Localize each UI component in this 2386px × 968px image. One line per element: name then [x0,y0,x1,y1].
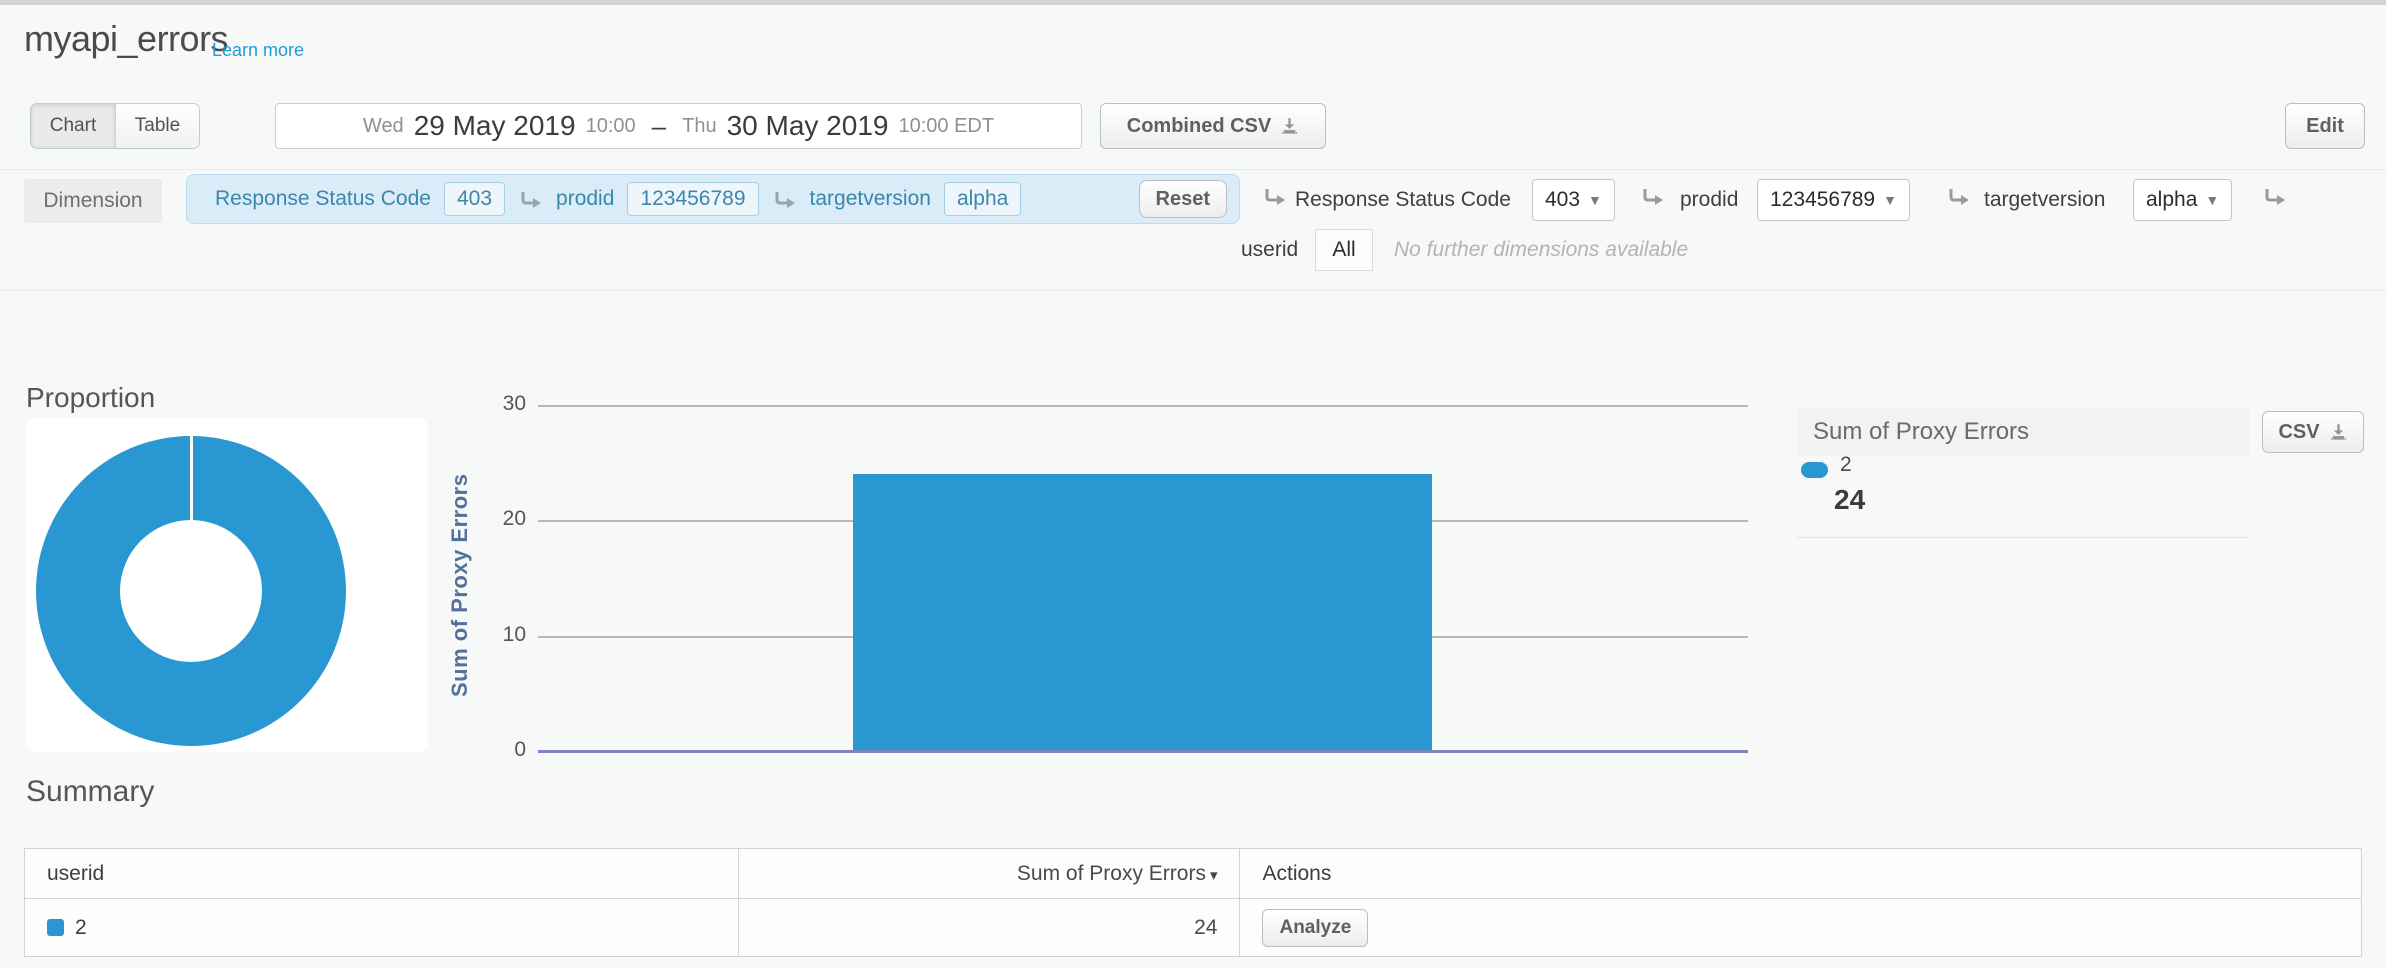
legend-swatch [1801,462,1828,478]
crumb-value: alpha [944,182,1021,216]
divider [1797,537,2249,538]
crumb-name: targetversion [810,187,931,211]
crumb-name: Response Status Code [215,187,431,211]
end-time: 10:00 EDT [898,115,994,138]
selector-label: targetversion [1984,188,2105,212]
legend-title: Sum of Proxy Errors [1813,418,2029,446]
start-date: 29 May 2019 [414,110,576,142]
tab-chart[interactable]: Chart [31,104,115,148]
crumb-name: prodid [556,187,614,211]
selector-label: prodid [1680,188,1738,212]
cell-sum-of-proxy-errors: 24 [738,899,1240,957]
proportion-title: Proportion [26,382,155,414]
column-header-userid: userid [25,849,739,899]
series-swatch [47,919,64,936]
tab-table[interactable]: Table [115,104,199,148]
start-time: 10:00 [586,115,636,138]
crumb-value: 403 [444,182,505,216]
selector-dropdown-targetversion[interactable]: alpha ▼ [2133,179,2232,221]
start-day: Wed [363,115,404,138]
dimension-breadcrumb: Response Status Code 403 prodid 12345678… [186,174,1240,224]
divider [0,290,2386,291]
reset-button[interactable]: Reset [1139,180,1227,218]
combined-csv-label: Combined CSV [1127,115,1271,138]
drilldown-arrow-icon [1946,186,1971,207]
selector-dropdown-prodid[interactable]: 123456789 ▼ [1757,179,1910,221]
table-header-row: userid Sum of Proxy Errors▾ Actions [25,849,2362,899]
y-tick-label: 10 [430,623,526,647]
download-icon [1280,117,1299,136]
csv-button[interactable]: CSV [2262,411,2364,453]
chevron-down-icon: ▼ [1883,192,1897,208]
y-tick-label: 0 [430,738,526,762]
summary-table: userid Sum of Proxy Errors▾ Actions 2 24… [24,848,2362,957]
userid-label: userid [1241,238,1298,262]
sort-descending-icon: ▾ [1210,867,1218,884]
chevron-down-icon: ▼ [2205,192,2219,208]
drilldown-arrow-icon [518,189,543,210]
drilldown-arrow-icon [772,189,797,210]
drilldown-arrow-icon [2262,186,2287,207]
download-icon [2329,423,2348,442]
window-top-strip [0,0,2386,5]
cell-actions: Analyze [1240,899,2362,957]
view-toggle: Chart Table [30,103,200,149]
column-header-sum-of-proxy-errors[interactable]: Sum of Proxy Errors▾ [738,849,1240,899]
csv-label: CSV [2278,421,2319,444]
divider [0,169,2386,170]
selector-label: Response Status Code [1295,188,1511,212]
date-separator: – [652,111,666,142]
bar-series-userid-2[interactable] [853,474,1432,750]
learn-more-link[interactable]: Learn more [212,40,304,61]
edit-button[interactable]: Edit [2285,103,2365,149]
end-date: 30 May 2019 [727,110,889,142]
y-tick-label: 30 [430,392,526,416]
donut-hole [120,520,262,662]
gridline-30 [538,405,1748,407]
legend-series-label: 2 [1840,453,1852,477]
column-header-actions: Actions [1240,849,2362,899]
drilldown-arrow-icon [1640,186,1665,207]
summary-title: Summary [26,775,154,809]
userid-filter-value[interactable]: All [1315,229,1373,271]
legend-series-value: 24 [1834,484,1865,516]
page-title: myapi_errors [24,18,228,60]
analytics-dashboard: myapi_errors Learn more Chart Table Wed … [0,0,2386,968]
drilldown-arrow-icon [1262,186,1287,207]
end-day: Thu [682,115,716,138]
table-row: 2 24 Analyze [25,899,2362,957]
no-dimensions-note: No further dimensions available [1394,238,1688,262]
selector-value: 123456789 [1770,188,1875,212]
chevron-down-icon: ▼ [1588,192,1602,208]
selector-value: alpha [2146,188,2197,212]
combined-csv-button[interactable]: Combined CSV [1100,103,1326,149]
cell-userid: 2 [25,899,739,957]
y-axis-label: Sum of Proxy Errors [443,418,477,752]
legend-header: Sum of Proxy Errors [1797,408,2249,456]
y-tick-label: 20 [430,507,526,531]
dimension-label: Dimension [24,179,162,223]
selector-value: 403 [1545,188,1580,212]
analyze-button[interactable]: Analyze [1262,909,1368,947]
date-range-picker[interactable]: Wed 29 May 2019 10:00 – Thu 30 May 2019 … [275,103,1082,149]
x-axis-zero-line [538,750,1748,753]
donut-chart [36,436,346,746]
crumb-value: 123456789 [627,182,758,216]
selector-dropdown-response-status-code[interactable]: 403 ▼ [1532,179,1615,221]
